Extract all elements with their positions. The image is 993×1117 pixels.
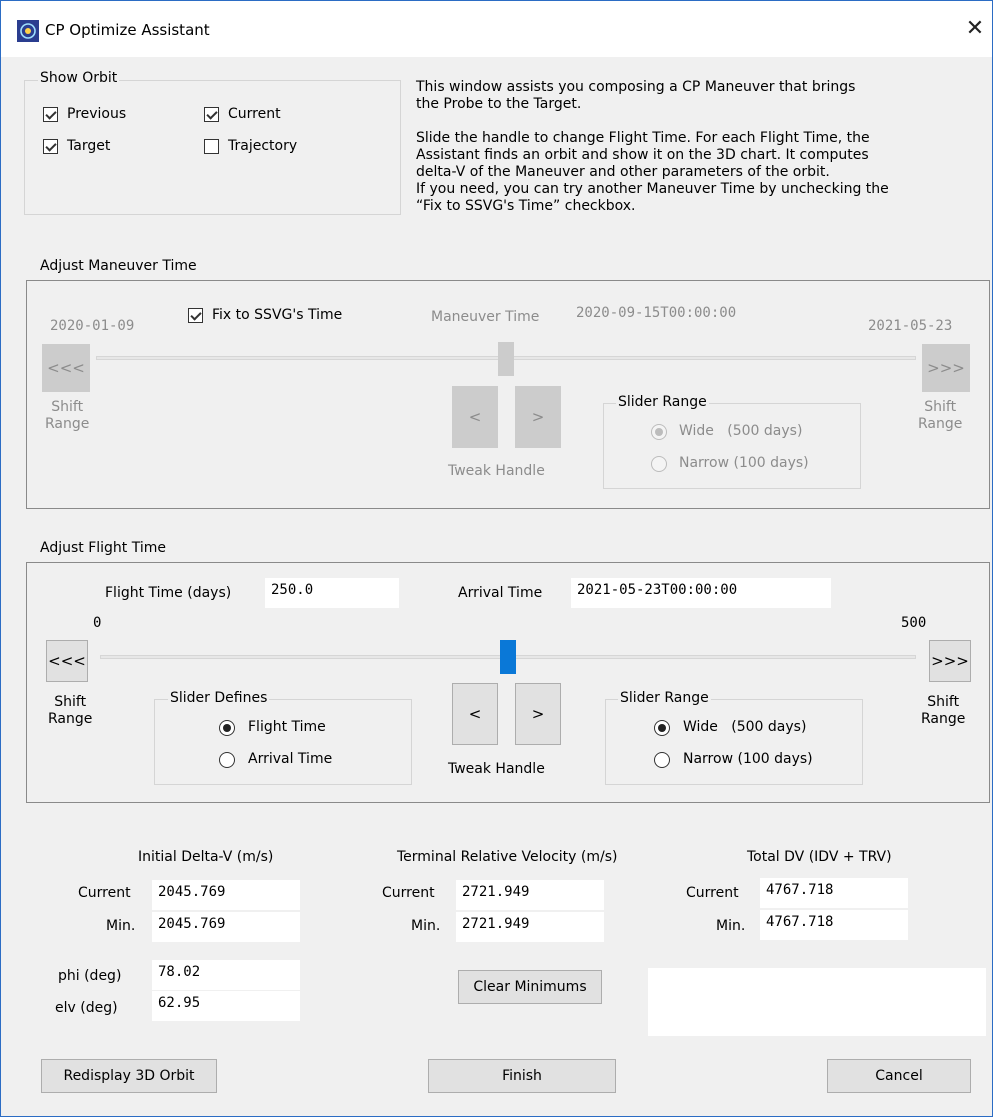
trajectory-checkbox[interactable] [204, 139, 219, 154]
phi-label: phi (deg) [58, 968, 122, 984]
cancel-button[interactable]: Cancel [827, 1059, 971, 1093]
clear-minimums-button[interactable]: Clear Minimums [458, 970, 602, 1004]
flight-time-heading: Adjust Flight Time [40, 540, 167, 556]
idv-current-label: Current [78, 885, 131, 901]
maneuver-shift-right-button[interactable]: >>> [922, 344, 970, 392]
flight-slider-range-group [605, 699, 863, 785]
elv-label: elv (deg) [55, 1000, 118, 1016]
close-icon[interactable]: ✕ [961, 15, 989, 43]
maneuver-shift-left-button[interactable]: <<< [42, 344, 90, 392]
maneuver-range-narrow-radio[interactable] [651, 456, 667, 472]
total-current-field[interactable]: 4767.718 [760, 878, 908, 908]
description-body: Slide the handle to change Flight Time. … [416, 130, 889, 214]
maneuver-time-value: 2020-09-15T00:00:00 [576, 305, 737, 321]
finish-button[interactable]: Finish [428, 1059, 616, 1093]
flight-shift-range-left-label: Shift Range [48, 694, 93, 727]
flight-range-min: 0 [93, 615, 102, 631]
phi-field[interactable]: 78.02 [152, 960, 300, 990]
maneuver-time-label: Maneuver Time [431, 309, 540, 325]
maneuver-slider-range-legend: Slider Range [616, 394, 709, 410]
defines-arrival-time-radio[interactable] [219, 752, 235, 768]
defines-flight-time-label: Flight Time [248, 719, 326, 735]
elv-field[interactable]: 62.95 [152, 991, 300, 1021]
trajectory-label: Trajectory [228, 138, 298, 154]
maneuver-tweak-right-button[interactable]: > [515, 386, 561, 448]
total-min-field[interactable]: 4767.718 [760, 910, 908, 940]
trv-min-label: Min. [411, 918, 441, 934]
title-bar: CP Optimize Assistant ✕ [1, 1, 992, 57]
slider-defines-legend: Slider Defines [168, 690, 270, 706]
flight-slider-range-legend: Slider Range [618, 690, 711, 706]
maneuver-tweak-left-button[interactable]: < [452, 386, 498, 448]
maneuver-range-wide-radio[interactable] [651, 424, 667, 440]
slider-defines-group [154, 699, 412, 785]
flight-tweak-left-button[interactable]: < [452, 683, 498, 745]
target-label: Target [67, 138, 111, 154]
flight-range-max: 500 [901, 615, 927, 631]
fix-to-ssvg-time-checkbox[interactable] [188, 308, 203, 323]
flight-range-narrow-label: Narrow (100 days) [683, 751, 813, 767]
current-checkbox[interactable] [204, 107, 219, 122]
maneuver-range-wide-label: Wide (500 days) [679, 423, 803, 439]
flight-shift-left-button[interactable]: <<< [46, 640, 88, 682]
flight-time-field[interactable]: 250.0 [265, 578, 399, 608]
total-min-label: Min. [716, 918, 746, 934]
maneuver-slider-range-group [603, 403, 861, 489]
idv-min-label: Min. [106, 918, 136, 934]
flight-tweak-right-button[interactable]: > [515, 683, 561, 745]
show-orbit-legend: Show Orbit [38, 70, 120, 86]
defines-arrival-time-label: Arrival Time [248, 751, 333, 767]
maneuver-range-start: 2020-01-09 [50, 318, 135, 334]
maneuver-tweak-handle-label: Tweak Handle [448, 463, 545, 479]
idv-header: Initial Delta-V (m/s) [138, 849, 274, 865]
description-intro: This window assists you composing a CP M… [416, 79, 856, 112]
trv-header: Terminal Relative Velocity (m/s) [397, 849, 618, 865]
defines-flight-time-radio[interactable] [219, 720, 235, 736]
maneuver-slider-thumb[interactable] [498, 342, 514, 376]
flight-range-wide-radio[interactable] [654, 720, 670, 736]
maneuver-range-end: 2021-05-23 [868, 318, 953, 334]
flight-range-wide-label: Wide (500 days) [683, 719, 807, 735]
window-title: CP Optimize Assistant [45, 21, 210, 39]
flight-tweak-handle-label: Tweak Handle [448, 761, 545, 777]
flight-range-narrow-radio[interactable] [654, 752, 670, 768]
trv-current-label: Current [382, 885, 435, 901]
arrival-time-field[interactable]: 2021-05-23T00:00:00 [571, 578, 831, 608]
trv-min-field[interactable]: 2721.949 [456, 912, 604, 942]
previous-label: Previous [67, 106, 127, 122]
arrival-time-label: Arrival Time [458, 585, 543, 601]
maneuver-range-narrow-label: Narrow (100 days) [679, 455, 809, 471]
orbit-app-icon [17, 20, 39, 42]
idv-current-field[interactable]: 2045.769 [152, 880, 300, 910]
maneuver-time-heading: Adjust Maneuver Time [40, 258, 197, 274]
flight-shift-range-right-label: Shift Range [921, 694, 966, 727]
trv-current-field[interactable]: 2721.949 [456, 880, 604, 910]
flight-time-label: Flight Time (days) [105, 585, 232, 601]
idv-min-field[interactable]: 2045.769 [152, 912, 300, 942]
maneuver-shift-range-right-label: Shift Range [918, 399, 963, 432]
previous-checkbox[interactable] [43, 107, 58, 122]
total-dv-header: Total DV (IDV + TRV) [747, 849, 892, 865]
flight-slider-thumb[interactable] [500, 640, 516, 674]
fix-to-ssvg-time-label: Fix to SSVG's Time [212, 307, 343, 323]
target-checkbox[interactable] [43, 139, 58, 154]
flight-shift-right-button[interactable]: >>> [929, 640, 971, 682]
total-current-label: Current [686, 885, 739, 901]
maneuver-shift-range-left-label: Shift Range [45, 399, 90, 432]
current-label: Current [228, 106, 281, 122]
message-box [648, 968, 986, 1036]
redisplay-3d-orbit-button[interactable]: Redisplay 3D Orbit [41, 1059, 217, 1093]
